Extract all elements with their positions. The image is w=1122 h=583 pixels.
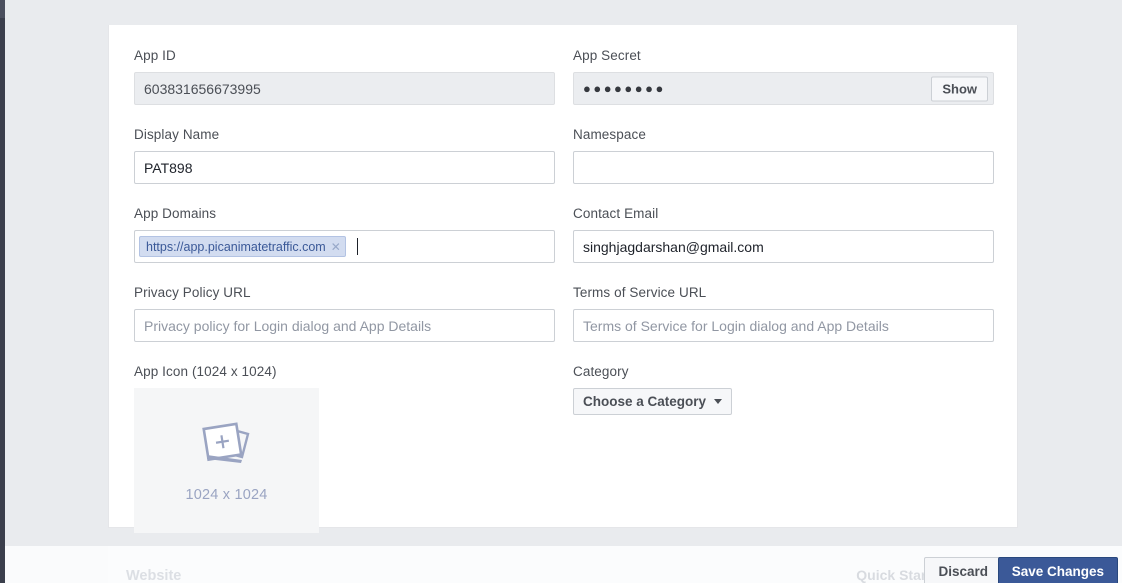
right-column: App Secret ●●●●●●●● Show Namespace Conta… (573, 48, 994, 555)
field-privacy-policy-url: Privacy Policy URL Privacy policy for Lo… (134, 285, 555, 342)
app-domains-input[interactable]: https://app.picanimatetraffic.com ✕ (134, 230, 555, 263)
privacy-policy-url-input[interactable]: Privacy policy for Login dialog and App … (134, 309, 555, 342)
app-secret-input[interactable]: ●●●●●●●● Show (573, 72, 994, 105)
chevron-down-icon (714, 399, 723, 404)
domain-token-label: https://app.picanimatetraffic.com (146, 239, 326, 254)
app-id-value: 603831656673995 (144, 80, 261, 97)
left-nav-rail-top-segment (0, 0, 5, 18)
category-selected-value: Choose a Category (583, 394, 707, 409)
basic-settings-card: App ID 603831656673995 Display Name PAT8… (108, 25, 1018, 533)
quick-start-label[interactable]: Quick Start (856, 567, 931, 583)
discard-button[interactable]: Discard (924, 557, 1002, 583)
bottom-action-bar: Website Quick Start Discard Save Changes (5, 546, 1122, 583)
contact-email-input[interactable]: singhjagdarshan@gmail.com (573, 230, 994, 263)
save-changes-button[interactable]: Save Changes (997, 557, 1118, 583)
display-name-input[interactable]: PAT898 (134, 151, 555, 184)
field-namespace: Namespace (573, 127, 994, 184)
app-icon-label: App Icon (1024 x 1024) (134, 364, 277, 379)
contact-email-value: singhjagdarshan@gmail.com (583, 238, 764, 255)
contact-email-label: Contact Email (573, 206, 659, 221)
text-cursor (356, 238, 358, 255)
left-nav-rail (0, 0, 5, 583)
category-dropdown[interactable]: Choose a Category (573, 388, 733, 415)
left-column: App ID 603831656673995 Display Name PAT8… (134, 48, 555, 555)
app-settings-page: App ID 603831656673995 Display Name PAT8… (0, 0, 1122, 583)
terms-of-service-url-input[interactable]: Terms of Service for Login dialog and Ap… (573, 309, 994, 342)
display-name-label: Display Name (134, 127, 220, 142)
field-app-secret: App Secret ●●●●●●●● Show (573, 48, 994, 105)
field-contact-email: Contact Email singhjagdarshan@gmail.com (573, 206, 994, 263)
field-display-name: Display Name PAT898 (134, 127, 555, 184)
app-secret-value: ●●●●●●●● (583, 81, 666, 96)
field-app-id: App ID 603831656673995 (134, 48, 555, 105)
field-app-icon: App Icon (1024 x 1024) 1024 x 1024 (134, 364, 555, 533)
app-icon-size-caption: 1024 x 1024 (185, 487, 268, 503)
app-icon-uploader[interactable]: 1024 x 1024 (134, 388, 319, 533)
website-tab-label[interactable]: Website (126, 568, 181, 583)
field-category: Category Choose a Category (573, 364, 994, 415)
add-photos-icon (198, 418, 256, 473)
settings-columns: App ID 603831656673995 Display Name PAT8… (109, 25, 1017, 555)
terms-of-service-url-placeholder: Terms of Service for Login dialog and Ap… (583, 317, 889, 334)
app-id-label: App ID (134, 48, 176, 63)
privacy-policy-url-placeholder: Privacy policy for Login dialog and App … (144, 317, 432, 334)
namespace-label: Namespace (573, 127, 646, 142)
domain-token[interactable]: https://app.picanimatetraffic.com ✕ (139, 236, 346, 257)
app-id-input[interactable]: 603831656673995 (134, 72, 555, 105)
close-icon[interactable]: ✕ (331, 241, 341, 253)
show-secret-button[interactable]: Show (931, 76, 988, 101)
terms-of-service-url-label: Terms of Service URL (573, 285, 707, 300)
app-secret-label: App Secret (573, 48, 641, 63)
namespace-input[interactable] (573, 151, 994, 184)
field-terms-of-service-url: Terms of Service URL Terms of Service fo… (573, 285, 994, 342)
display-name-value: PAT898 (144, 159, 193, 176)
app-domains-label: App Domains (134, 206, 217, 221)
privacy-policy-url-label: Privacy Policy URL (134, 285, 251, 300)
field-app-domains: App Domains https://app.picanimatetraffi… (134, 206, 555, 263)
category-label: Category (573, 364, 629, 379)
